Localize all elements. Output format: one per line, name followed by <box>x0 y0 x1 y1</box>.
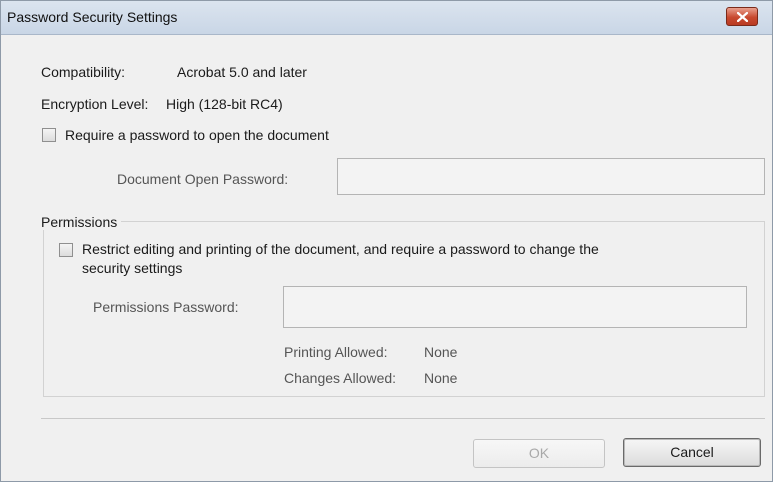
document-open-password-label: Document Open Password: <box>117 171 289 187</box>
permissions-password-field[interactable] <box>283 286 747 328</box>
title-bar: Password Security Settings <box>1 1 772 35</box>
require-open-password-checkbox[interactable] <box>42 128 56 142</box>
encryption-level-label: Encryption Level: <box>41 96 149 112</box>
permissions-group-title: Permissions <box>41 214 122 230</box>
close-icon <box>737 12 748 22</box>
changes-allowed-value: None <box>424 370 458 386</box>
close-button[interactable] <box>726 7 758 26</box>
document-open-password-field[interactable] <box>337 158 765 195</box>
changes-allowed-label: Changes Allowed: <box>284 370 397 386</box>
permissions-password-label: Permissions Password: <box>93 299 239 315</box>
footer-separator <box>41 418 765 419</box>
restrict-editing-label-line1[interactable]: Restrict editing and printing of the doc… <box>82 241 599 257</box>
printing-allowed-label: Printing Allowed: <box>284 344 388 360</box>
require-open-password-label[interactable]: Require a password to open the document <box>65 127 329 143</box>
window-title: Password Security Settings <box>7 9 178 25</box>
ok-button[interactable]: OK <box>473 439 605 468</box>
restrict-editing-checkbox[interactable] <box>59 243 73 257</box>
encryption-level-value: High (128-bit RC4) <box>166 96 283 112</box>
password-security-dialog: Password Security Settings Compatibility… <box>0 0 773 482</box>
cancel-button[interactable]: Cancel <box>623 438 761 467</box>
restrict-editing-label-line2[interactable]: security settings <box>82 260 182 276</box>
compatibility-value: Acrobat 5.0 and later <box>177 64 307 80</box>
compatibility-label: Compatibility: <box>41 64 126 80</box>
printing-allowed-value: None <box>424 344 458 360</box>
